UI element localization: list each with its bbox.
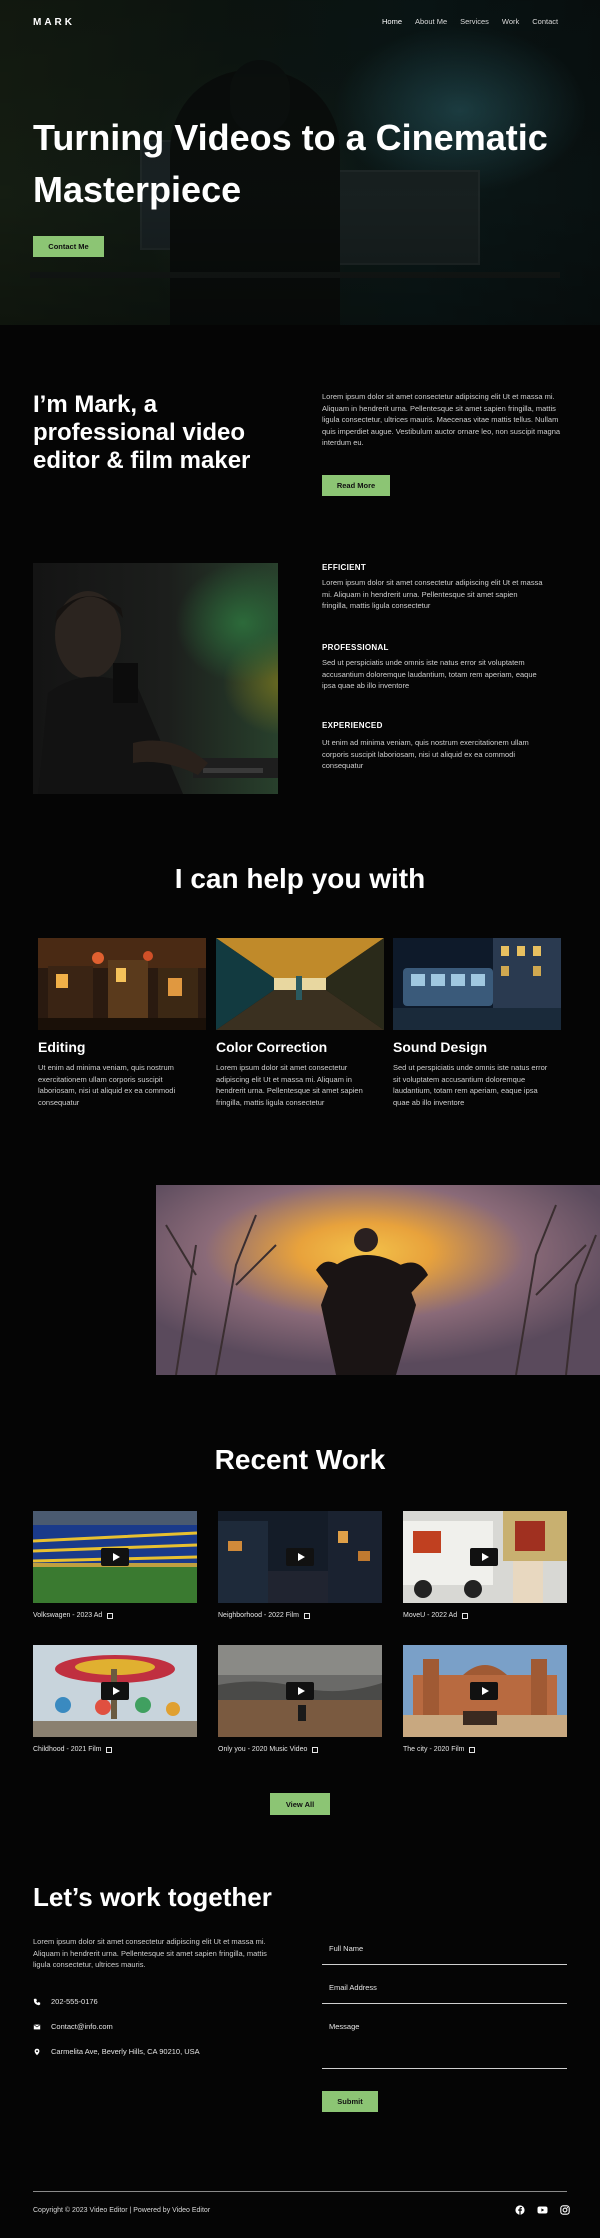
service-editing-text: Ut enim ad minima veniam, quis nostrum e…: [38, 1063, 176, 1107]
external-link-icon[interactable]: [462, 1612, 469, 1619]
nav-services[interactable]: Services: [460, 17, 489, 26]
feature-professional-text: Sed ut perspiciatis unde omnis iste natu…: [322, 658, 537, 690]
work-caption-the-city[interactable]: The city - 2020 Film: [403, 1746, 476, 1753]
nav-about[interactable]: About Me: [415, 17, 447, 26]
play-icon[interactable]: [101, 1548, 129, 1566]
service-color-correction-text: Lorem ipsum dolor sit amet consectetur a…: [216, 1063, 363, 1107]
about-text: Lorem ipsum dolor sit amet consectetur a…: [322, 392, 561, 447]
location-pin-icon: [34, 2048, 40, 2055]
feature-efficient-title: EFFICIENT: [322, 563, 367, 572]
feature-professional-title: PROFESSIONAL: [322, 643, 389, 652]
site-logo[interactable]: MARK: [33, 17, 75, 28]
footer-divider: [33, 2191, 567, 2192]
external-link-icon[interactable]: [107, 1612, 114, 1619]
contact-title: Let’s work together: [33, 1882, 272, 1912]
feature-experienced-title: EXPERIENCED: [322, 721, 383, 730]
main-nav: Home About Me Services Work Contact: [382, 17, 558, 26]
envelope-icon: [33, 2023, 41, 2029]
full-name-field[interactable]: Full Name: [322, 1944, 567, 1965]
view-all-button[interactable]: View All: [270, 1793, 330, 1815]
play-icon[interactable]: [286, 1682, 314, 1700]
external-link-icon[interactable]: [469, 1746, 476, 1753]
nav-contact[interactable]: Contact: [532, 17, 558, 26]
footer-copyright: Copyright © 2023 Video Editor | Powered …: [33, 2207, 211, 2214]
submit-button[interactable]: Submit: [322, 2091, 378, 2112]
nav-work[interactable]: Work: [502, 17, 519, 26]
work-caption-volkswagen[interactable]: Volkswagen - 2023 Ad: [33, 1612, 114, 1619]
contact-email[interactable]: Contact@info.com: [33, 2022, 113, 2031]
facebook-icon[interactable]: [515, 2205, 525, 2215]
contact-address: Carmelita Ave, Beverly Hills, CA 90210, …: [33, 2047, 200, 2056]
editing-image: [38, 938, 206, 1030]
play-icon[interactable]: [470, 1548, 498, 1566]
work-caption-moveu[interactable]: MoveU - 2022 Ad: [403, 1612, 469, 1619]
external-link-icon[interactable]: [106, 1746, 113, 1753]
work-caption-only-you[interactable]: Only you - 2020 Music Video: [218, 1746, 319, 1753]
play-icon[interactable]: [101, 1682, 129, 1700]
featured-film-image: [156, 1185, 600, 1375]
editor-portrait-image: [33, 563, 278, 794]
service-color-correction-title: Color Correction: [216, 1039, 328, 1055]
sound-design-image: [393, 938, 561, 1030]
service-sound-design-text: Sed ut perspiciatis unde omnis iste natu…: [393, 1063, 548, 1107]
service-sound-design-title: Sound Design: [393, 1039, 488, 1055]
work-caption-childhood[interactable]: Childhood - 2021 Film: [33, 1746, 113, 1753]
instagram-icon[interactable]: [560, 2205, 570, 2215]
phone-icon: [33, 1998, 41, 2005]
contact-text: Lorem ipsum dolor sit amet consectetur a…: [33, 1937, 267, 1969]
about-title: I’m Mark, a professional video editor & …: [33, 391, 251, 474]
external-link-icon[interactable]: [303, 1612, 310, 1619]
social-links: [515, 2205, 570, 2215]
external-link-icon[interactable]: [312, 1746, 319, 1753]
message-field[interactable]: Message: [322, 2022, 567, 2069]
youtube-icon[interactable]: [537, 2205, 548, 2215]
hero-title: Turning Videos to a Cinematic Masterpiec…: [33, 117, 548, 210]
nav-home[interactable]: Home: [382, 17, 402, 26]
read-more-button[interactable]: Read More: [322, 475, 390, 496]
feature-experienced-text: Ut enim ad minima veniam, quis nostrum e…: [322, 738, 529, 770]
email-address-field[interactable]: Email Address: [322, 1983, 567, 2004]
services-title: I can help you with: [174, 863, 426, 894]
play-icon[interactable]: [470, 1682, 498, 1700]
work-caption-neighborhood[interactable]: Neighborhood - 2022 Film: [218, 1612, 310, 1619]
feature-efficient-text: Lorem ipsum dolor sit amet consectetur a…: [322, 578, 543, 610]
recent-work-title: Recent Work: [214, 1444, 386, 1475]
play-icon[interactable]: [286, 1548, 314, 1566]
color-correction-image: [216, 938, 384, 1030]
contact-phone[interactable]: 202-555-0176: [33, 1997, 98, 2006]
contact-me-button[interactable]: Contact Me: [33, 236, 104, 257]
service-editing-title: Editing: [38, 1039, 86, 1055]
